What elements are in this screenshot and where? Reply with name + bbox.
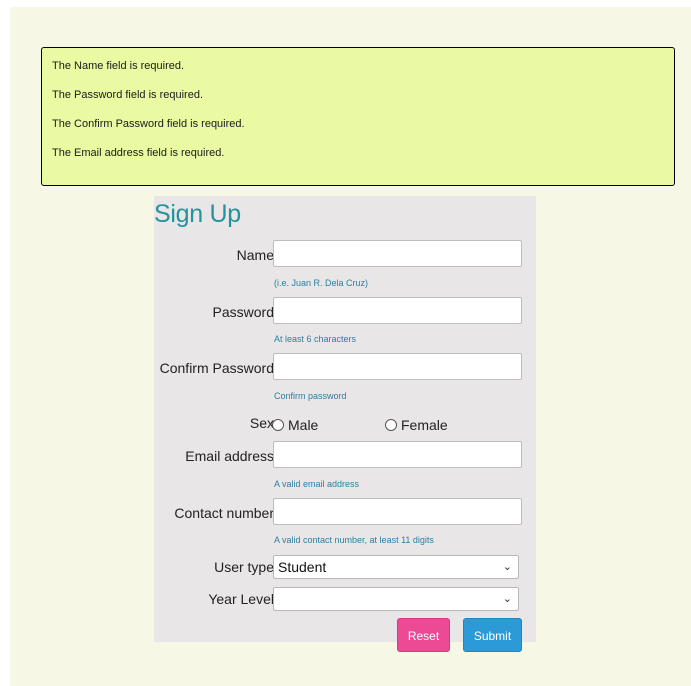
confirm-password-hint: Confirm password <box>274 391 347 401</box>
contact-hint: A valid contact number, at least 11 digi… <box>274 535 434 545</box>
error-password-required: The Password field is required. <box>52 89 204 101</box>
name-label: Name <box>236 247 274 263</box>
contact-input[interactable] <box>273 498 522 525</box>
chevron-down-icon: ⌄ <box>502 561 512 573</box>
contact-label: Contact number <box>174 505 274 521</box>
error-email-required: The Email address field is required. <box>52 147 225 159</box>
submit-button[interactable]: Submit <box>463 618 522 652</box>
error-confirm-password-required: The Confirm Password field is required. <box>52 118 245 130</box>
sex-label: Sex <box>249 415 274 431</box>
sex-option-male[interactable]: Male <box>272 417 318 433</box>
form-title: Sign Up <box>154 200 241 228</box>
male-radio[interactable] <box>272 419 284 431</box>
name-hint: (i.e. Juan R. Dela Cruz) <box>274 278 369 288</box>
female-radio-label: Female <box>401 417 448 433</box>
password-label: Password <box>212 304 274 320</box>
confirm-password-input[interactable] <box>273 353 522 380</box>
email-input[interactable] <box>273 441 522 468</box>
password-hint: At least 6 characters <box>274 334 357 344</box>
error-name-required: The Name field is required. <box>52 60 185 72</box>
male-radio-label: Male <box>288 417 319 433</box>
password-input[interactable] <box>273 297 522 324</box>
user-type-value: Student <box>278 559 327 575</box>
email-label: Email address <box>185 448 274 464</box>
user-type-select[interactable]: Student ⌄ <box>273 555 519 579</box>
confirm-password-label: Confirm Password <box>159 360 274 376</box>
sex-option-female[interactable]: Female <box>385 417 448 433</box>
chevron-down-icon: ⌄ <box>502 593 512 605</box>
error-messages: The Name field is required. The Password… <box>41 47 675 186</box>
user-type-label: User type <box>214 559 274 575</box>
year-level-select[interactable]: ⌄ <box>273 587 519 611</box>
email-hint: A valid email address <box>274 479 360 489</box>
name-input[interactable] <box>273 240 522 267</box>
year-level-label: Year Level <box>208 591 274 607</box>
reset-button[interactable]: Reset <box>397 618 450 652</box>
signup-form: Sign Up Name (i.e. Juan R. Dela Cruz) Pa… <box>154 196 536 652</box>
female-radio[interactable] <box>385 419 397 431</box>
